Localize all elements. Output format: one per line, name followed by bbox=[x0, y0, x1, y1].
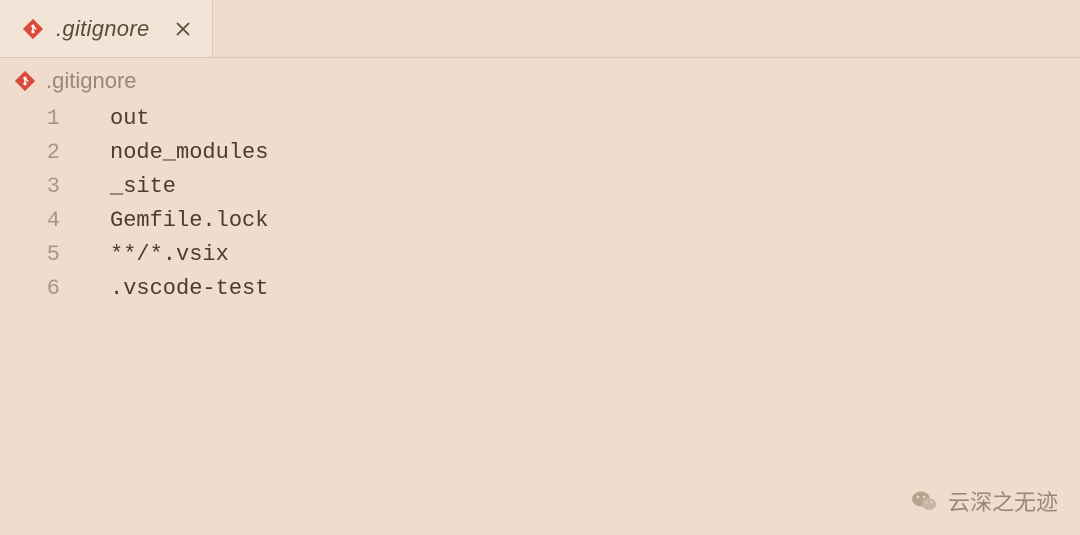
line-number: 1 bbox=[0, 102, 88, 136]
breadcrumb-text: .gitignore bbox=[46, 68, 137, 94]
tab-gitignore[interactable]: .gitignore bbox=[0, 0, 213, 57]
git-icon bbox=[22, 18, 44, 40]
line-number: 5 bbox=[0, 238, 88, 272]
editor-area[interactable]: 1 out 2 node_modules 3 _site 4 Gemfile.l… bbox=[0, 100, 1080, 308]
watermark: 云深之无迹 bbox=[910, 485, 1058, 517]
editor-line: 1 out bbox=[0, 102, 1080, 136]
git-icon bbox=[14, 70, 36, 92]
editor-line: 3 _site bbox=[0, 170, 1080, 204]
line-content: **/*.vsix bbox=[88, 238, 229, 272]
breadcrumb[interactable]: .gitignore bbox=[0, 58, 1080, 100]
line-content: node_modules bbox=[88, 136, 268, 170]
line-content: out bbox=[88, 102, 150, 136]
tab-bar: .gitignore bbox=[0, 0, 1080, 58]
editor-line: 6 .vscode-test bbox=[0, 272, 1080, 306]
line-number: 3 bbox=[0, 170, 88, 204]
line-number: 2 bbox=[0, 136, 88, 170]
editor-line: 2 node_modules bbox=[0, 136, 1080, 170]
line-content: .vscode-test bbox=[88, 272, 268, 306]
tab-title: .gitignore bbox=[56, 16, 150, 42]
line-content: Gemfile.lock bbox=[88, 204, 268, 238]
watermark-text: 云深之无迹 bbox=[948, 485, 1058, 517]
wechat-icon bbox=[910, 487, 938, 515]
editor-line: 4 Gemfile.lock bbox=[0, 204, 1080, 238]
line-content: _site bbox=[88, 170, 176, 204]
close-icon[interactable] bbox=[172, 18, 194, 40]
line-number: 6 bbox=[0, 272, 88, 306]
editor-line: 5 **/*.vsix bbox=[0, 238, 1080, 272]
line-number: 4 bbox=[0, 204, 88, 238]
